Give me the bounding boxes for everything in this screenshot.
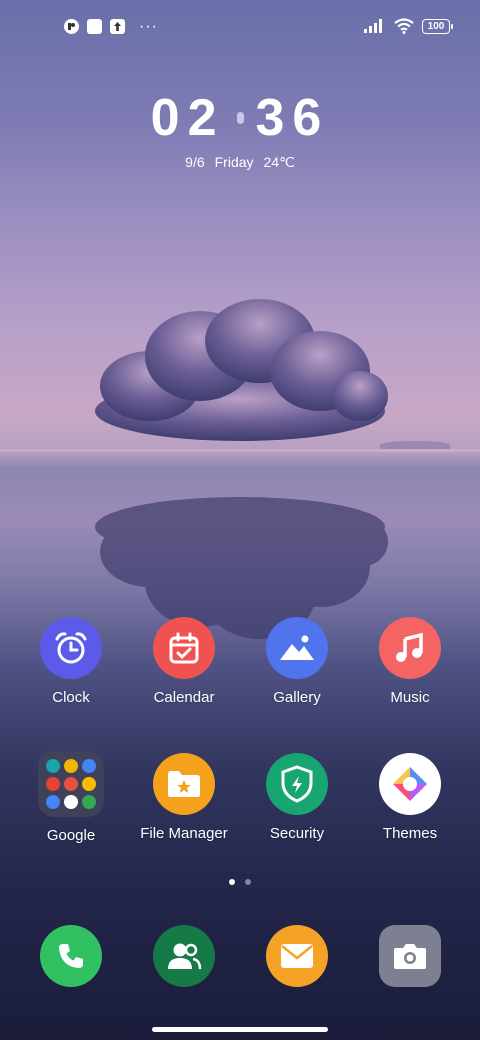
folder-star-icon: [153, 753, 215, 815]
mini-app-icon: [46, 759, 60, 773]
app-label: Calendar: [153, 689, 215, 706]
music-note-icon: [379, 617, 441, 679]
app-label: Clock: [52, 689, 90, 706]
app-gallery[interactable]: Gallery: [242, 617, 352, 706]
dock-email[interactable]: [242, 925, 352, 987]
notification-square-icon: [87, 19, 102, 34]
date-text: 9/6: [185, 154, 205, 170]
envelope-icon: [266, 925, 328, 987]
status-bar: ··· 100: [0, 0, 480, 56]
mini-maps-icon: [82, 759, 96, 773]
app-label: File Manager: [140, 825, 228, 842]
notification-icons: ···: [64, 18, 158, 35]
system-icons: 100: [364, 18, 453, 34]
mini-gmail-icon: [64, 759, 78, 773]
battery-level: 100: [427, 20, 445, 32]
mini-app2-icon: [82, 795, 96, 809]
mountain-image-icon: [266, 617, 328, 679]
wifi-icon: [394, 18, 414, 34]
app-google-folder[interactable]: Google: [16, 751, 126, 844]
app-label: Gallery: [273, 689, 321, 706]
page-dot-2[interactable]: [245, 879, 251, 885]
app-label: Security: [269, 825, 325, 842]
google-folder-icon: [38, 751, 104, 817]
temperature-text: 24℃: [263, 154, 295, 170]
upload-icon: [110, 19, 125, 34]
signal-icon: [364, 19, 382, 33]
alarm-clock-icon: [40, 617, 102, 679]
themes-icon: [379, 753, 441, 815]
camera-icon: [379, 925, 441, 987]
mini-photos-icon: [46, 795, 60, 809]
dock-phone[interactable]: [16, 925, 126, 987]
app-label: Themes: [382, 825, 438, 842]
mini-google-icon: [64, 795, 78, 809]
app-music[interactable]: Music: [355, 617, 465, 706]
shield-bolt-icon: [266, 753, 328, 815]
app-label: Google: [46, 827, 96, 844]
mini-meet-icon: [64, 777, 78, 791]
app-label: Music: [390, 689, 430, 706]
dock-contacts[interactable]: [129, 925, 239, 987]
gesture-navigation-bar[interactable]: [152, 1027, 328, 1032]
notification-app-icon: [64, 19, 79, 34]
calendar-check-icon: [153, 617, 215, 679]
distant-island: [380, 441, 450, 449]
app-themes[interactable]: Themes: [355, 753, 465, 842]
contacts-icon: [153, 925, 215, 987]
mini-youtube-icon: [46, 777, 60, 791]
date-line: 9/6 Friday 24℃: [0, 154, 480, 171]
horizon-line: [0, 449, 480, 452]
time-display: 02 36: [0, 88, 480, 148]
phone-icon: [40, 925, 102, 987]
dock-camera[interactable]: [355, 925, 465, 987]
app-clock[interactable]: Clock: [16, 617, 126, 706]
time-separator: [236, 112, 244, 124]
app-security[interactable]: Security: [242, 753, 352, 842]
time-minute: 36: [255, 89, 330, 147]
weekday-text: Friday: [214, 154, 254, 170]
wallpaper-cloud: [95, 299, 388, 441]
page-dot-1[interactable]: [229, 879, 235, 885]
app-file-manager[interactable]: File Manager: [129, 753, 239, 842]
more-notifications: ···: [139, 18, 158, 35]
battery-icon: 100: [422, 18, 453, 34]
time-hour: 02: [150, 89, 225, 147]
page-indicator: [0, 879, 480, 885]
app-calendar[interactable]: Calendar: [129, 617, 239, 706]
lock-clock-widget[interactable]: 02 36 9/6 Friday 24℃: [0, 88, 480, 171]
mini-drive-icon: [82, 777, 96, 791]
